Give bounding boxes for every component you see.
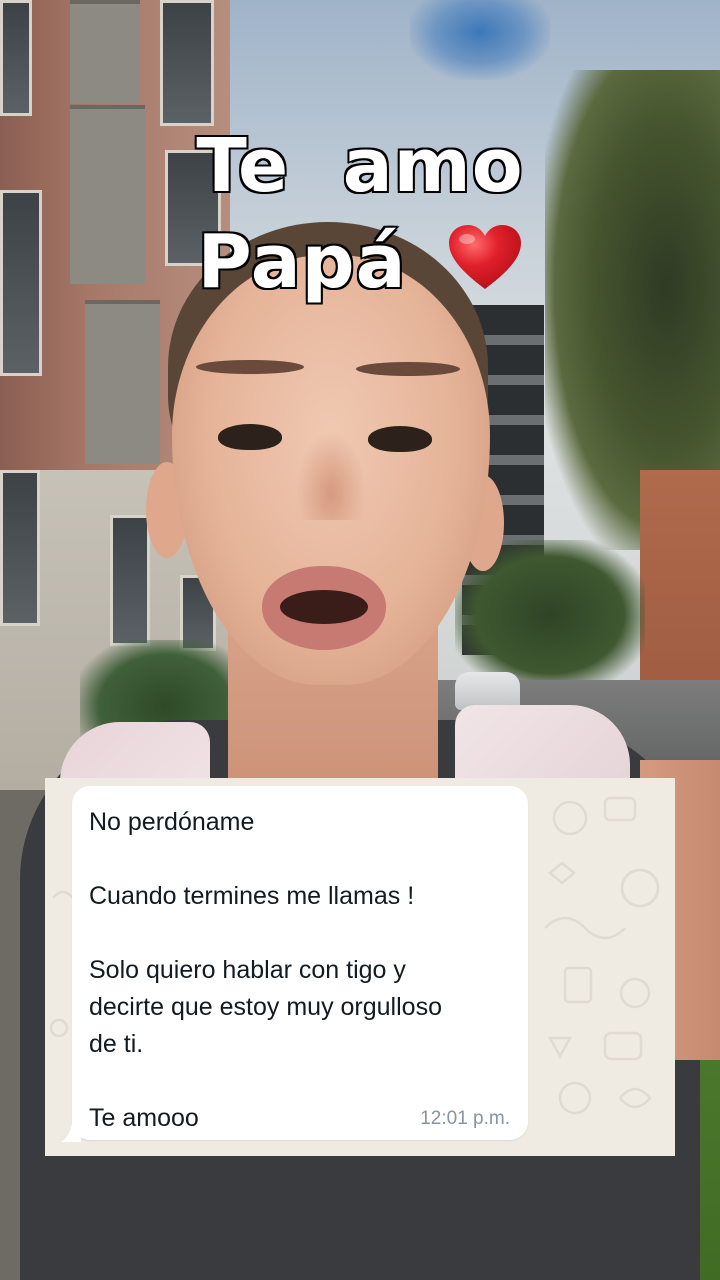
eyebrow-right — [356, 362, 460, 376]
sky-patch — [410, 0, 550, 80]
message-line: No perdóname — [89, 808, 255, 836]
video-caption: Te amo Papá — [0, 118, 720, 310]
eyebrow-left — [196, 360, 304, 374]
window — [110, 515, 150, 646]
bubble-tail — [61, 1118, 81, 1142]
message-bubble: No perdóname Cuando termines me llamas !… — [72, 786, 528, 1140]
caption-word: Papá — [196, 218, 407, 307]
whatsapp-message-screenshot: No perdóname Cuando termines me llamas !… — [45, 778, 675, 1156]
brick-building-right — [640, 470, 720, 690]
mouth-opening — [280, 590, 368, 624]
caption-line-2: Papá — [0, 214, 720, 310]
message-line: Solo quiero hablar con tigo y — [89, 956, 406, 984]
message-line: decirte que estoy muy orgulloso — [89, 993, 442, 1021]
eye-right — [368, 426, 432, 452]
balcony — [70, 0, 140, 104]
heart-icon — [447, 218, 523, 289]
message-timestamp: 12:01 p.m. — [420, 1108, 510, 1129]
window — [0, 470, 40, 626]
caption-line-1: Te amo — [195, 122, 524, 211]
message-line — [89, 915, 519, 952]
message-line: de ti. — [89, 1030, 144, 1058]
message-line: Cuando termines me llamas ! — [89, 882, 415, 910]
balcony — [85, 300, 160, 464]
message-line — [89, 1063, 519, 1100]
window — [0, 0, 32, 116]
nose — [296, 430, 366, 520]
message-text: No perdóname Cuando termines me llamas !… — [89, 804, 519, 1137]
eye-left — [218, 424, 282, 450]
window — [160, 0, 214, 126]
message-line — [89, 841, 519, 878]
